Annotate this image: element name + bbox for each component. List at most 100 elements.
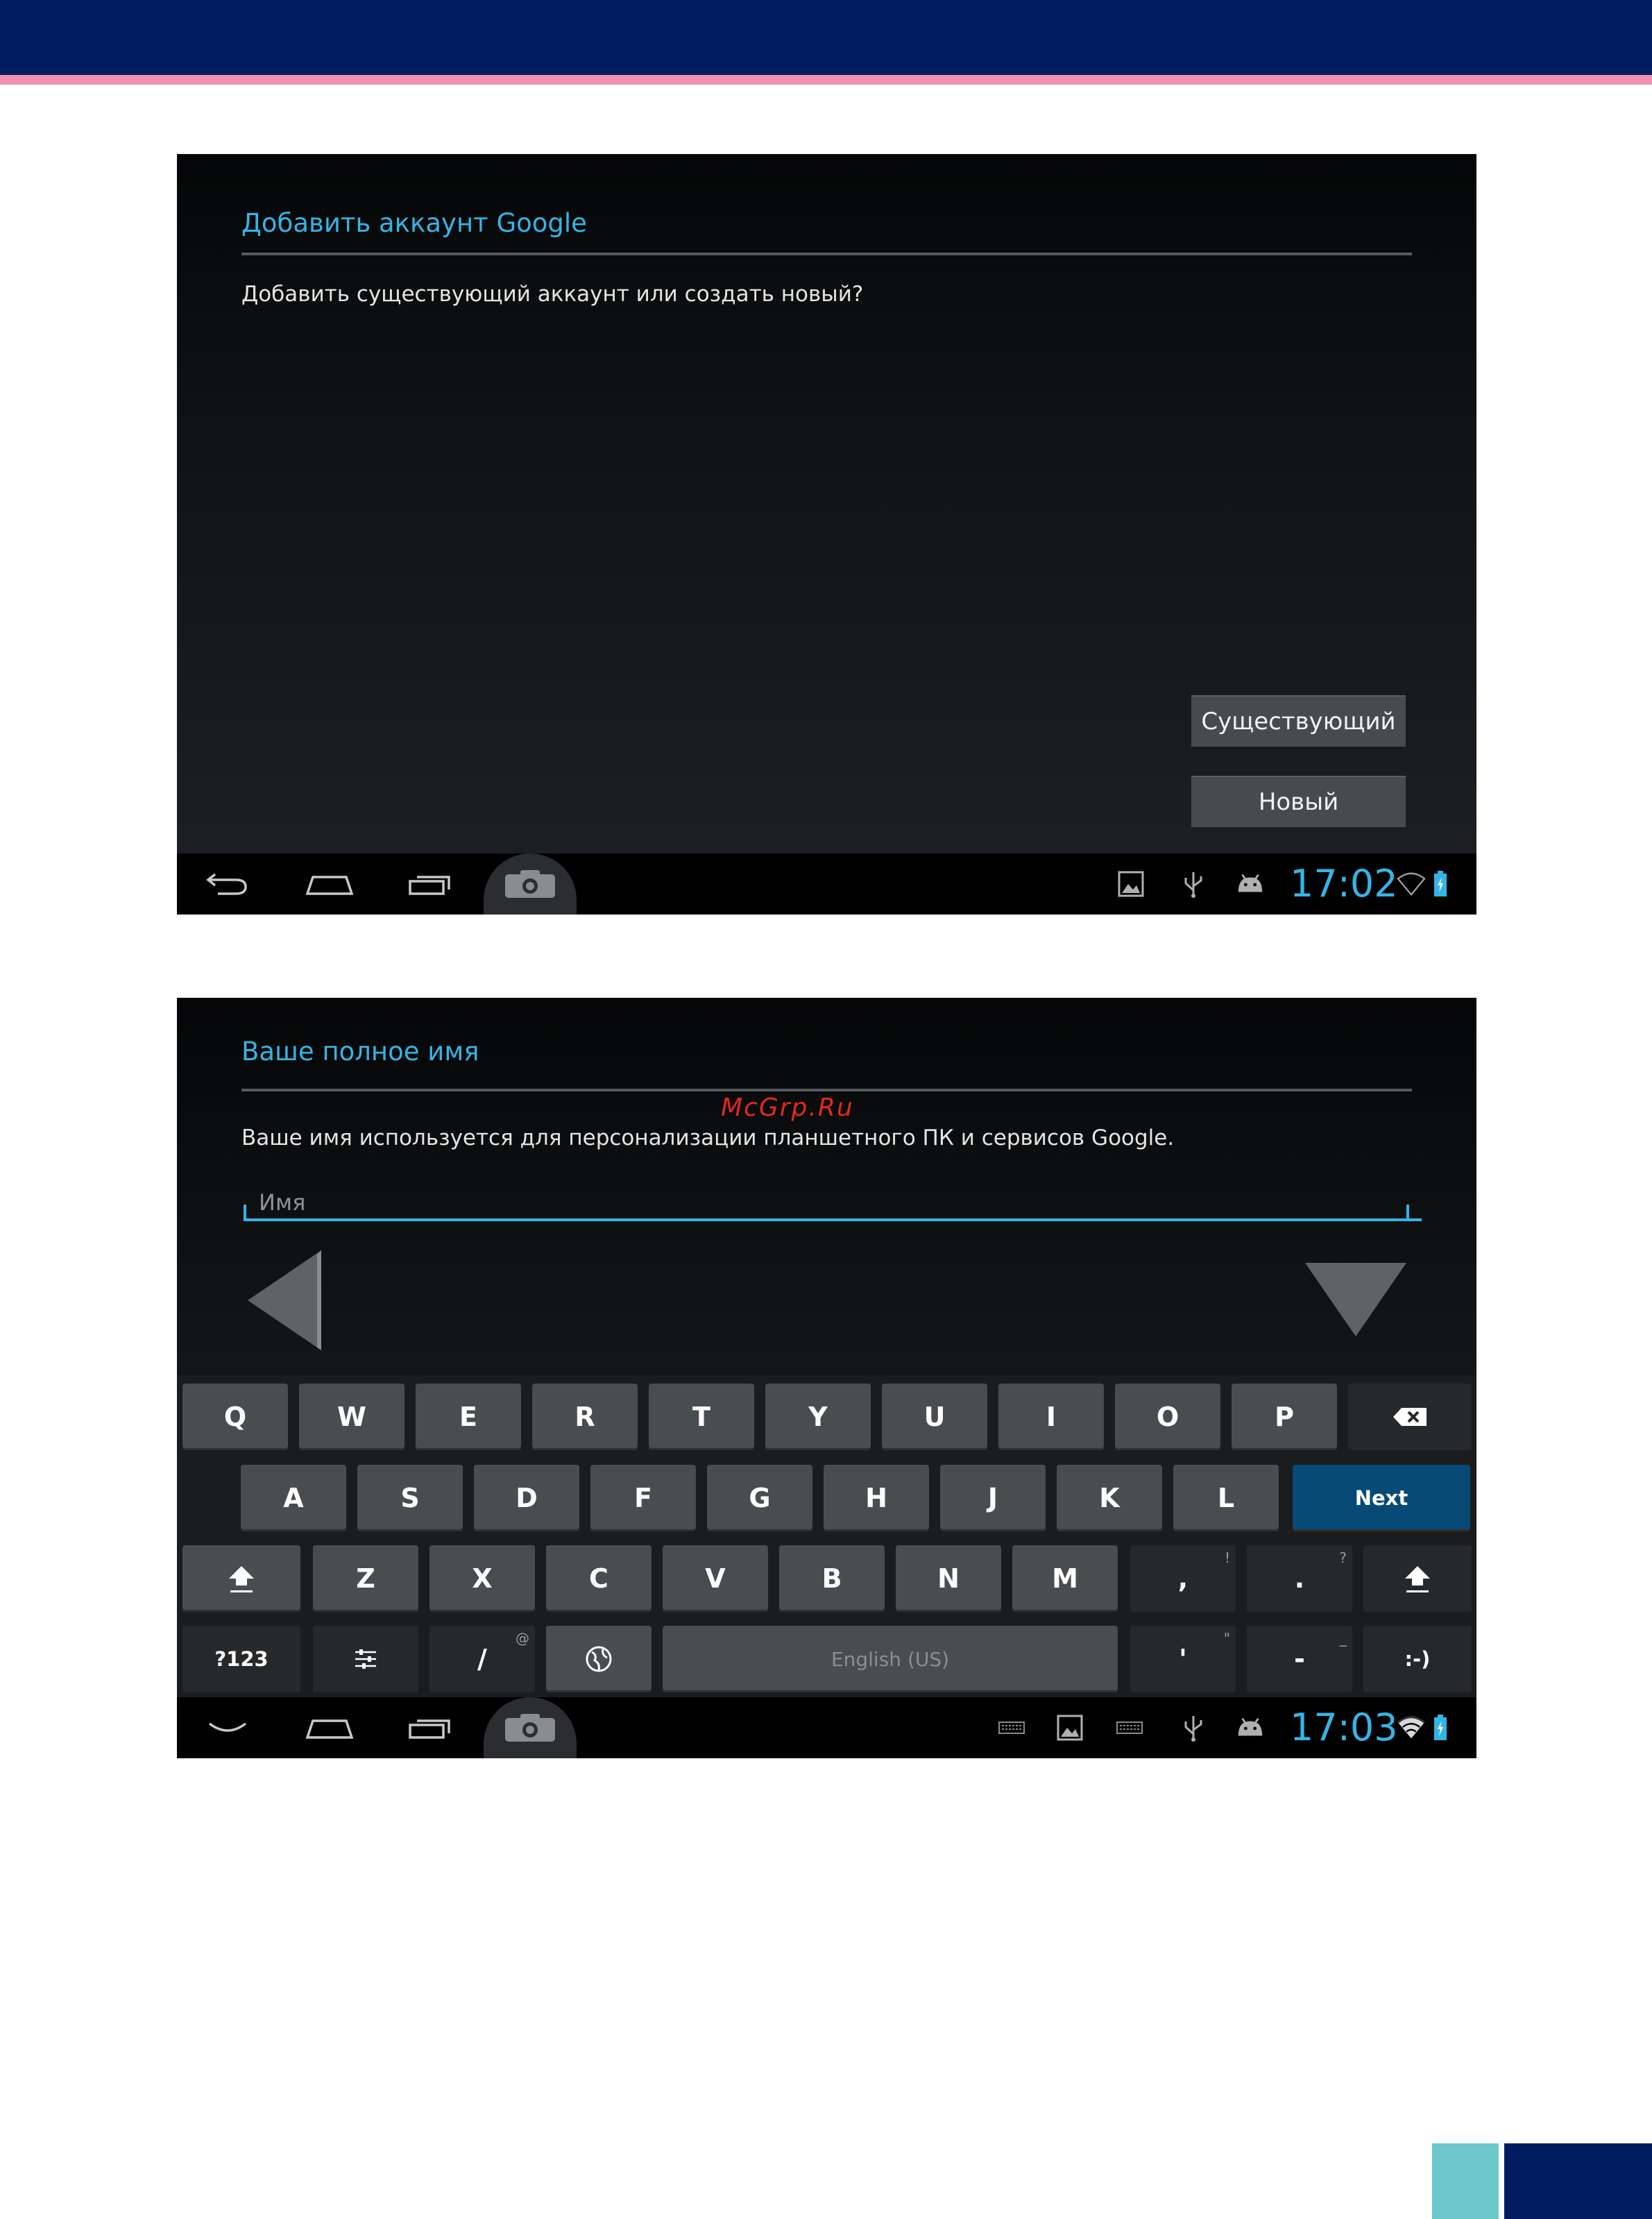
key-c[interactable]: C (546, 1545, 652, 1612)
language-key[interactable] (546, 1626, 652, 1692)
key-k[interactable]: K (1057, 1465, 1162, 1531)
settings-sliders-icon (355, 1649, 376, 1669)
key-z[interactable]: Z (313, 1545, 418, 1612)
camera-icon[interactable] (484, 1697, 577, 1758)
key-slash[interactable]: / @ (429, 1626, 535, 1692)
existing-account-button[interactable]: Существующий (1191, 695, 1406, 747)
key-label: ' (1179, 1644, 1187, 1674)
wifi-icon (1397, 1714, 1426, 1742)
next-key[interactable]: Next (1293, 1465, 1470, 1531)
usb-icon (1179, 1714, 1208, 1742)
shift-key-left[interactable] (182, 1545, 300, 1612)
key-y[interactable]: Y (765, 1384, 871, 1450)
usb-icon (1179, 870, 1208, 898)
key-label: . (1294, 1563, 1305, 1594)
key-label: , (1177, 1563, 1189, 1594)
symbols-key[interactable]: ?123 (182, 1626, 300, 1692)
space-key[interactable]: English (US) (663, 1626, 1118, 1692)
key-r[interactable]: R (532, 1384, 638, 1450)
input-underline-cap (244, 1205, 246, 1221)
hide-keyboard-icon[interactable] (203, 1708, 252, 1747)
shift-icon (1405, 1566, 1430, 1592)
key-a[interactable]: A (241, 1465, 346, 1531)
status-clock: 17:02 (1290, 862, 1398, 906)
android-debug-icon (1236, 1714, 1265, 1742)
key-comma[interactable]: , ! (1130, 1545, 1236, 1612)
page-title: Добавить аккаунт Google (241, 208, 587, 238)
key-f[interactable]: F (590, 1465, 696, 1531)
screenshot-full-name: Ваше полное имя McGrp.Ru Ваше имя исполь… (177, 998, 1476, 1758)
description-text: Добавить существующий аккаунт или создат… (241, 282, 864, 307)
key-i[interactable]: I (998, 1384, 1104, 1450)
key-label: - (1294, 1644, 1305, 1674)
page-corner-teal-block (1432, 2143, 1499, 2219)
screenshot-add-google-account: Добавить аккаунт Google Добавить существ… (177, 154, 1476, 915)
key-label: / (477, 1644, 487, 1674)
key-period[interactable]: . ? (1247, 1545, 1352, 1612)
key-hint: _ (1340, 1630, 1347, 1647)
home-icon[interactable] (303, 865, 356, 903)
key-hint: @ (516, 1630, 529, 1647)
backspace-icon (1393, 1408, 1427, 1426)
recents-icon[interactable] (406, 865, 454, 903)
page-corner-navy-block (1504, 2143, 1652, 2219)
battery-icon (1430, 870, 1451, 898)
key-hint: ? (1339, 1549, 1347, 1566)
name-field[interactable] (245, 1187, 1422, 1221)
new-account-button[interactable]: Новый (1191, 776, 1406, 827)
key-s[interactable]: S (357, 1465, 463, 1531)
watermark-text: McGrp.Ru (721, 1094, 854, 1122)
back-arrow-button[interactable] (245, 1249, 325, 1352)
key-w[interactable]: W (299, 1384, 405, 1450)
key-hint: ! (1224, 1549, 1230, 1566)
key-m[interactable]: M (1012, 1545, 1118, 1612)
camera-icon[interactable] (484, 853, 577, 915)
keyboard-icon (1115, 1714, 1144, 1742)
key-hint: " (1223, 1630, 1230, 1647)
key-e[interactable]: E (416, 1384, 521, 1450)
gallery-icon (1116, 870, 1146, 898)
system-navigation-bar: 17:03 (177, 1697, 1476, 1758)
battery-icon (1430, 1714, 1451, 1742)
key-p[interactable]: P (1232, 1384, 1337, 1450)
key-o[interactable]: O (1115, 1384, 1220, 1450)
smiley-key[interactable]: :-) (1363, 1626, 1472, 1692)
key-j[interactable]: J (940, 1465, 1046, 1531)
key-l[interactable]: L (1173, 1465, 1279, 1531)
description-text: Ваше имя используется для персонализации… (241, 1125, 1175, 1150)
globe-icon (586, 1646, 612, 1672)
page-header-band (0, 0, 1652, 75)
shift-icon (229, 1566, 254, 1592)
wifi-icon (1397, 870, 1426, 898)
key-d[interactable]: D (474, 1465, 579, 1531)
recents-icon[interactable] (406, 1708, 454, 1747)
key-dash[interactable]: - _ (1247, 1626, 1352, 1692)
input-underline-cap (1406, 1205, 1409, 1221)
key-b[interactable]: B (779, 1545, 885, 1612)
key-v[interactable]: V (663, 1545, 768, 1612)
key-g[interactable]: G (707, 1465, 812, 1531)
key-u[interactable]: U (882, 1384, 987, 1450)
key-h[interactable]: H (824, 1465, 929, 1531)
home-icon[interactable] (303, 1708, 356, 1747)
page-title: Ваше полное имя (241, 1037, 479, 1066)
gallery-icon (1055, 1714, 1084, 1742)
shift-key-right[interactable] (1363, 1545, 1472, 1612)
key-q[interactable]: Q (182, 1384, 288, 1450)
system-navigation-bar: 17:02 (177, 853, 1476, 915)
keyboard-settings-key[interactable] (313, 1626, 418, 1692)
next-arrow-button[interactable] (1304, 1260, 1408, 1338)
on-screen-keyboard: Q W E R T Y U I O P A S D F G H J K L Ne… (177, 1375, 1476, 1697)
android-debug-icon (1236, 870, 1265, 898)
back-icon[interactable] (203, 865, 252, 903)
key-x[interactable]: X (429, 1545, 535, 1612)
title-divider (241, 1089, 1412, 1091)
title-divider (241, 253, 1412, 255)
page-header-stripe (0, 75, 1652, 85)
backspace-key[interactable] (1348, 1384, 1472, 1450)
key-n[interactable]: N (896, 1545, 1001, 1612)
keyboard-icon (997, 1714, 1026, 1742)
key-t[interactable]: T (649, 1384, 754, 1450)
status-clock: 17:03 (1290, 1706, 1398, 1749)
key-apostrophe[interactable]: ' " (1130, 1626, 1236, 1692)
